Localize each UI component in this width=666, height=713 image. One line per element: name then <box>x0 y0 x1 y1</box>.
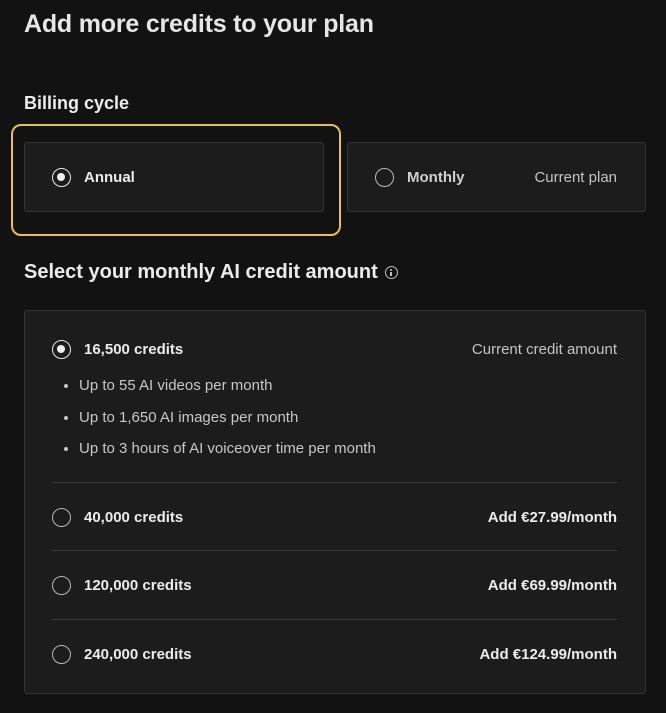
credit-option-label: 120,000 credits <box>84 577 192 594</box>
credit-option-240000[interactable]: 240,000 credits Add €124.99/month <box>52 645 617 664</box>
radio-unchecked-icon[interactable] <box>52 508 71 527</box>
credit-option-40000[interactable]: 40,000 credits Add €27.99/month <box>52 508 617 527</box>
credit-feature-list: Up to 55 AI videos per month Up to 1,650… <box>63 377 376 472</box>
credit-option-label: 240,000 credits <box>84 646 192 663</box>
credit-option-price: Add €69.99/month <box>487 577 617 594</box>
page-title: Add more credits to your plan <box>24 10 374 38</box>
billing-cycle-label: Billing cycle <box>24 93 130 113</box>
current-plan-badge: Current plan <box>534 168 617 186</box>
credit-option-price: Add €124.99/month <box>479 646 617 663</box>
billing-option-annual[interactable]: Annual <box>24 142 324 212</box>
billing-option-monthly[interactable]: Monthly Current plan <box>347 142 646 212</box>
credit-section-title: Select your monthly AI credit amount <box>24 261 398 284</box>
credit-option-price: Add €27.99/month <box>487 509 617 526</box>
credit-option-120000[interactable]: 120,000 credits Add €69.99/month <box>52 576 617 595</box>
current-credit-badge: Current credit amount <box>471 341 617 358</box>
list-item: Up to 3 hours of AI voiceover time per m… <box>63 440 376 472</box>
credit-section-title-text: Select your monthly AI credit amount <box>24 261 378 283</box>
billing-option-label: Annual <box>84 168 135 186</box>
radio-checked-icon[interactable] <box>52 340 71 359</box>
radio-checked-icon[interactable] <box>52 167 71 187</box>
list-item: Up to 1,650 AI images per month <box>63 409 376 441</box>
radio-unchecked-icon[interactable] <box>52 645 71 664</box>
credit-option-16500[interactable]: 16,500 credits Current credit amount <box>52 340 617 359</box>
credit-option-label: 16,500 credits <box>84 341 184 358</box>
credit-option-label: 40,000 credits <box>84 509 184 526</box>
info-icon[interactable] <box>384 266 398 279</box>
divider <box>52 482 617 483</box>
billing-option-label: Monthly <box>407 168 465 186</box>
list-item: Up to 55 AI videos per month <box>63 377 376 409</box>
radio-unchecked-icon[interactable] <box>52 576 71 595</box>
credit-options-panel: 16,500 credits Current credit amount Up … <box>24 310 646 694</box>
divider <box>52 619 617 620</box>
divider <box>52 550 617 551</box>
radio-unchecked-icon[interactable] <box>375 167 394 187</box>
